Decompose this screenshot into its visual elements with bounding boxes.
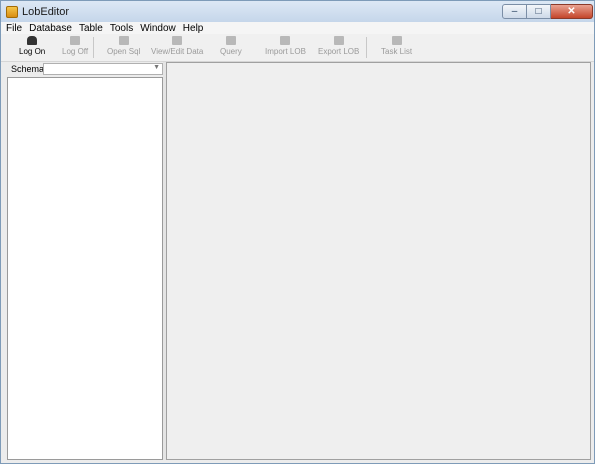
- menu-window[interactable]: Window: [140, 23, 176, 34]
- edit-data-icon: [172, 36, 183, 45]
- import-lob-button[interactable]: Import LOB: [265, 36, 306, 60]
- schema-label: Schema: [11, 64, 45, 74]
- view-edit-data-button[interactable]: View/Edit Data: [151, 36, 203, 60]
- menu-tools[interactable]: Tools: [110, 23, 133, 34]
- window-title: LobEditor: [22, 5, 70, 18]
- import-icon: [280, 36, 291, 45]
- export-icon: [333, 36, 344, 45]
- query-icon: [225, 36, 236, 45]
- query-button[interactable]: Query: [220, 36, 242, 60]
- export-lob-button[interactable]: Export LOB: [318, 36, 359, 60]
- maximize-button[interactable]: □: [527, 4, 551, 19]
- log-off-button[interactable]: Log Off: [62, 36, 88, 60]
- folder-open-icon: [118, 36, 129, 45]
- toolbar-separator: [366, 37, 367, 58]
- minimize-button[interactable]: –: [502, 4, 527, 19]
- menu-bar: File Database Table Tools Window Help: [1, 22, 594, 34]
- close-button[interactable]: ✕: [551, 4, 593, 19]
- menu-database[interactable]: Database: [29, 23, 72, 34]
- schema-tree[interactable]: [7, 77, 163, 460]
- toolbar: Log On Log Off Open Sql View/Edit Data Q…: [1, 34, 594, 62]
- task-list-icon: [391, 36, 402, 45]
- schema-panel: Schema ▼: [6, 62, 163, 460]
- schema-row: Schema ▼: [6, 62, 163, 76]
- window-controls: – □ ✕: [502, 4, 593, 19]
- toolbar-separator: [93, 37, 94, 58]
- user-logon-icon: [27, 36, 38, 45]
- open-sql-button[interactable]: Open Sql: [107, 36, 140, 60]
- menu-file[interactable]: File: [6, 23, 22, 34]
- task-list-button[interactable]: Task List: [381, 36, 412, 60]
- menu-table[interactable]: Table: [79, 23, 103, 34]
- schema-select[interactable]: ▼: [43, 63, 163, 75]
- title-bar[interactable]: LobEditor – □ ✕: [1, 1, 594, 22]
- menu-help[interactable]: Help: [183, 23, 204, 34]
- mdi-workspace: [166, 62, 591, 460]
- user-logoff-icon: [70, 36, 81, 45]
- app-window: LobEditor – □ ✕ File Database Table Tool…: [0, 0, 595, 464]
- log-on-button[interactable]: Log On: [19, 36, 45, 60]
- chevron-down-icon[interactable]: ▼: [153, 64, 160, 71]
- app-logo-icon: [6, 5, 18, 18]
